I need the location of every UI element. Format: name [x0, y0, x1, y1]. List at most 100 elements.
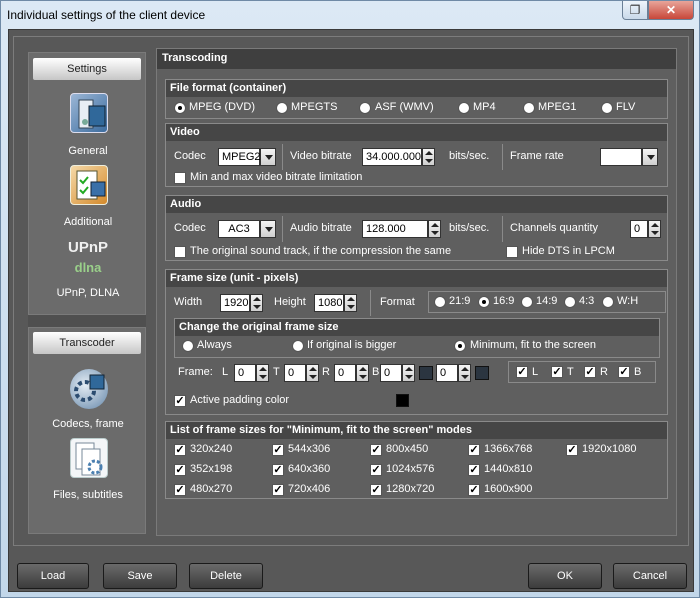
video-codec-select[interactable]: MPEG2 — [218, 148, 261, 166]
aspect-label-16-9: 16:9 — [493, 295, 515, 307]
frame-size-checkbox[interactable]: ✓ — [370, 444, 382, 456]
padding-color-swatch[interactable] — [396, 394, 409, 407]
audio-codec-select[interactable]: AC3 — [218, 220, 260, 238]
frame-check-b[interactable]: ✓ — [618, 366, 630, 378]
general-settings-icon[interactable] — [70, 93, 108, 133]
change-label-if-bigger: If original is bigger — [307, 339, 397, 351]
separator — [502, 144, 503, 170]
frame-size-checkbox[interactable]: ✓ — [370, 464, 382, 476]
separator — [282, 144, 283, 170]
format-radio-asf[interactable] — [359, 102, 371, 114]
frame-label: Frame: — [178, 366, 213, 378]
audio-bitrate-input[interactable]: 128.000 — [362, 220, 428, 238]
format-label: Format — [380, 296, 415, 308]
width-input[interactable]: 1920 — [220, 294, 250, 312]
frame-size-checkbox[interactable]: ✓ — [468, 484, 480, 496]
frame-check-r[interactable]: ✓ — [584, 366, 596, 378]
restore-button[interactable]: ❐ — [622, 1, 648, 20]
frame-size-checkbox[interactable]: ✓ — [272, 464, 284, 476]
video-bitrate-input[interactable]: 34.000.000 — [362, 148, 422, 166]
frame-size-checkbox[interactable]: ✓ — [566, 444, 578, 456]
video-codec-dropdown-icon[interactable] — [260, 148, 276, 166]
frame-size-checkbox[interactable]: ✓ — [174, 484, 186, 496]
active-padding-checkbox[interactable]: ✓ — [174, 395, 186, 407]
frame-top-input[interactable]: 0 — [284, 364, 306, 382]
height-spinner[interactable] — [344, 294, 357, 312]
audio-group: Audio Codec AC3 Audio bitrate 128.000 bi… — [165, 195, 668, 261]
frame-bottom-spinner[interactable] — [402, 364, 415, 382]
aspect-radio-16-9[interactable] — [478, 296, 490, 308]
channels-spinner[interactable] — [648, 220, 661, 238]
frame-size-checkbox[interactable]: ✓ — [174, 444, 186, 456]
aspect-radio-21-9[interactable] — [434, 296, 446, 308]
frame-top-spinner[interactable] — [306, 364, 319, 382]
frame-color-swatch-2[interactable] — [475, 366, 489, 380]
frame-size-checkbox[interactable]: ✓ — [468, 464, 480, 476]
files-subtitles-icon[interactable] — [70, 438, 108, 478]
change-radio-always[interactable] — [182, 340, 194, 352]
active-padding-label: Active padding color — [190, 394, 290, 406]
frame-left-input[interactable]: 0 — [234, 364, 256, 382]
change-radio-minimum[interactable] — [454, 340, 466, 352]
frame-size-label: 720x406 — [288, 483, 331, 495]
frame-check-t[interactable]: ✓ — [551, 366, 563, 378]
audio-codec-label: Codec — [174, 222, 206, 234]
bitrate-limit-checkbox[interactable] — [174, 172, 186, 184]
change-radio-if-bigger[interactable] — [292, 340, 304, 352]
codecs-frame-icon[interactable] — [70, 369, 108, 409]
transcoder-header: Transcoder — [33, 332, 141, 354]
frame-rate-select[interactable] — [600, 148, 642, 166]
sidebar-item-additional[interactable]: Additional — [29, 216, 147, 228]
format-radio-mp4[interactable] — [458, 102, 470, 114]
additional-settings-icon[interactable] — [70, 165, 108, 205]
frame-left-spinner[interactable] — [256, 364, 269, 382]
frame-color-swatch[interactable] — [419, 366, 433, 380]
sidebar-item-upnp-dlna[interactable]: UPnP, DLNA — [29, 287, 147, 299]
frame-right-input[interactable]: 0 — [334, 364, 356, 382]
channels-input[interactable]: 0 — [630, 220, 648, 238]
format-radio-mpegts[interactable] — [276, 102, 288, 114]
width-spinner[interactable] — [250, 294, 263, 312]
frame-extra-input[interactable]: 0 — [436, 364, 458, 382]
frame-right-spinner[interactable] — [356, 364, 369, 382]
load-button[interactable]: Load — [17, 563, 89, 589]
channels-label: Channels quantity — [510, 222, 599, 234]
frame-size-checkbox[interactable]: ✓ — [272, 484, 284, 496]
sidebar-item-codecs-frame[interactable]: Codecs, frame — [29, 418, 147, 430]
frame-size-label: 544x306 — [288, 443, 331, 455]
close-button[interactable]: ✕ — [648, 1, 694, 20]
frame-check-label-l: L — [532, 366, 539, 378]
transcoder-panel: Transcoder Codecs, frame Files, subtitle… — [28, 327, 146, 534]
sidebar-item-files-subtitles[interactable]: Files, subtitles — [29, 489, 147, 501]
hide-dts-checkbox[interactable] — [506, 246, 518, 258]
settings-header: Settings — [33, 58, 141, 80]
format-radio-mpeg-dvd[interactable] — [174, 102, 186, 114]
aspect-radio-4-3[interactable] — [564, 296, 576, 308]
bitrate-limit-label: Min and max video bitrate limitation — [190, 171, 363, 183]
frame-size-label: 320x240 — [190, 443, 233, 455]
cancel-button[interactable]: Cancel — [613, 563, 687, 589]
audio-bitrate-spinner[interactable] — [428, 220, 441, 238]
format-label-flv: FLV — [616, 101, 636, 113]
sidebar-item-general[interactable]: General — [29, 145, 147, 157]
ok-button[interactable]: OK — [528, 563, 602, 589]
frame-size-checkbox[interactable]: ✓ — [272, 444, 284, 456]
video-bitrate-spinner[interactable] — [422, 148, 435, 166]
frame-bottom-input[interactable]: 0 — [380, 364, 402, 382]
frame-size-checkbox[interactable]: ✓ — [370, 484, 382, 496]
frame-check-l[interactable]: ✓ — [516, 366, 528, 378]
audio-codec-dropdown-icon[interactable] — [260, 220, 276, 238]
format-radio-flv[interactable] — [601, 102, 613, 114]
original-track-checkbox[interactable] — [174, 246, 186, 258]
frame-extra-spinner[interactable] — [458, 364, 471, 382]
title-bar[interactable]: Individual settings of the client device… — [1, 1, 699, 29]
height-input[interactable]: 1080 — [314, 294, 344, 312]
frame-rate-dropdown-icon[interactable] — [642, 148, 658, 166]
aspect-radio-wh[interactable] — [602, 296, 614, 308]
delete-button[interactable]: Delete — [189, 563, 263, 589]
frame-size-checkbox[interactable]: ✓ — [174, 464, 186, 476]
save-button[interactable]: Save — [103, 563, 177, 589]
format-radio-mpeg1[interactable] — [523, 102, 535, 114]
aspect-radio-14-9[interactable] — [521, 296, 533, 308]
frame-size-checkbox[interactable]: ✓ — [468, 444, 480, 456]
